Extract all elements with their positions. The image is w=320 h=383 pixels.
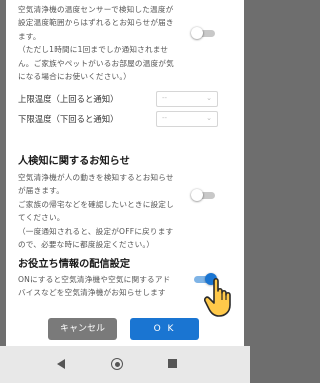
chevron-down-icon: ⌄	[206, 94, 212, 102]
temperature-alert-description: 空気清浄機の温度センサーで検知した温度が 設定温度範囲からはずれるとお知らせが届…	[18, 5, 174, 82]
lower-temp-select[interactable]: -- ⌄	[156, 111, 218, 127]
recent-apps-icon[interactable]	[168, 359, 177, 368]
upper-temp-select[interactable]: -- ⌄	[156, 91, 218, 107]
lower-temp-value: --	[162, 114, 168, 122]
motion-alert-heading: 人検知に関するお知らせ	[18, 156, 130, 167]
android-nav-bar	[0, 346, 250, 383]
cancel-button[interactable]: キャンセル	[48, 318, 117, 340]
ok-button[interactable]: O K	[130, 318, 199, 340]
back-icon[interactable]	[57, 359, 65, 369]
chevron-down-icon: ⌄	[206, 114, 212, 122]
info-delivery-description: ONにすると空気清浄機や空気に関するアド バイスなどを空気清浄機がお知らせします	[18, 275, 171, 298]
upper-temp-label: 上限温度（上回ると通知）	[18, 94, 119, 104]
temperature-alert-toggle[interactable]	[191, 27, 217, 39]
pointing-hand-icon	[204, 277, 231, 317]
motion-alert-description: 空気清浄機が人の動きを検知するとお知らせ が届きます。 ご家族の帰宅などを確認し…	[18, 173, 174, 250]
toggle-knob	[191, 27, 203, 39]
toggle-knob	[191, 189, 203, 201]
info-delivery-heading: お役立ち情報の配信設定	[18, 259, 131, 270]
lower-temp-label: 下限温度（下回ると通知）	[18, 114, 119, 124]
home-icon[interactable]	[111, 358, 123, 370]
motion-alert-toggle[interactable]	[191, 189, 217, 201]
upper-temp-value: --	[162, 94, 168, 102]
